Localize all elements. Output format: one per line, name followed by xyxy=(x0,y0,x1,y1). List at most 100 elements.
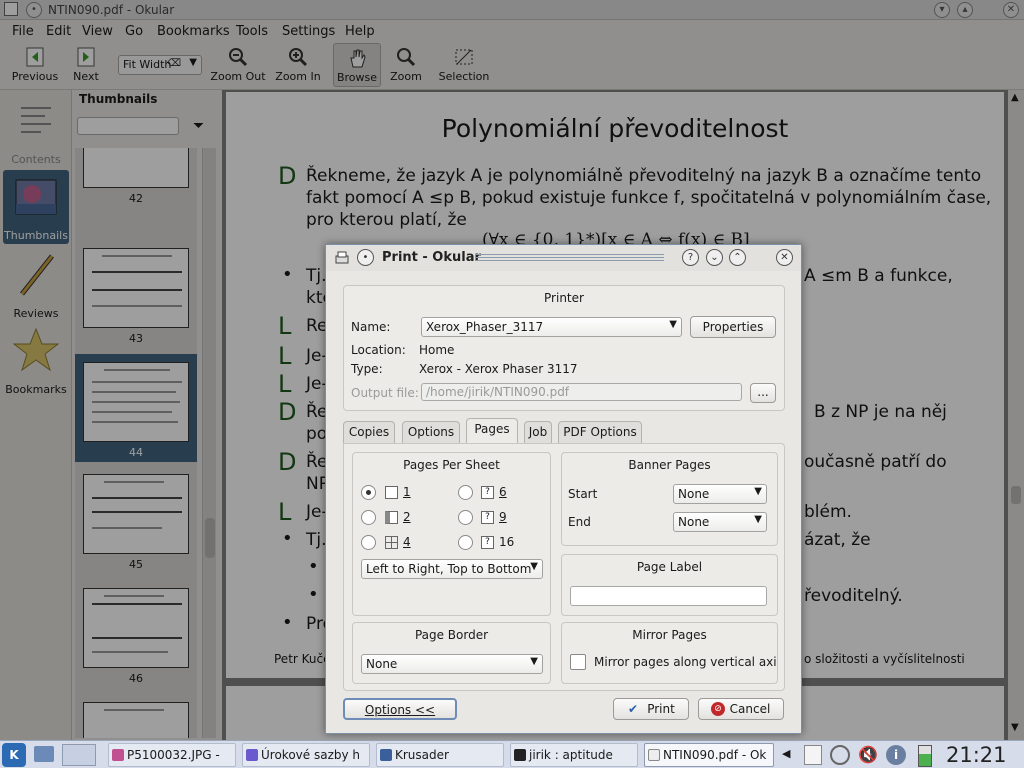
banner-start-select[interactable]: None ▼ xyxy=(673,484,767,504)
task-image-viewer[interactable]: P5100032.JPG - xyxy=(108,743,236,767)
mirror-pages-label[interactable]: Mirror pages along vertical axis xyxy=(594,655,777,669)
cancel-button[interactable]: ⊘ Cancel xyxy=(698,698,784,720)
clock[interactable]: 21:21 xyxy=(946,743,1007,767)
minimize-icon[interactable]: ▾ xyxy=(934,2,950,18)
thumbnail-search-input[interactable] xyxy=(77,117,179,135)
close-icon[interactable]: ✕ xyxy=(776,249,793,266)
minimize-icon[interactable]: ⌄ xyxy=(706,249,723,266)
dialog-titlebar[interactable]: • Print - Okular ? ⌄ ⌃ ✕ xyxy=(326,245,801,271)
clear-icon[interactable]: ⌫ xyxy=(167,58,181,69)
thumbnail-page-43[interactable]: 43 xyxy=(75,244,197,364)
definition-marker: D xyxy=(278,398,297,426)
clipboard-icon[interactable] xyxy=(804,745,822,765)
tab-pdf-options[interactable]: PDF Options xyxy=(558,421,642,443)
zoom-tool-button[interactable]: Zoom xyxy=(386,43,426,87)
mirror-pages-title: Mirror Pages xyxy=(632,628,707,642)
maximize-icon[interactable]: ▴ xyxy=(957,2,973,18)
scroll-up-icon[interactable]: ▲ xyxy=(1011,92,1019,103)
zoom-mode-select[interactable]: Fit Width ⌫ ▼ xyxy=(118,55,202,75)
printer-select[interactable]: Xerox_Phaser_3117 ▼ xyxy=(421,317,682,337)
document-scrollbar[interactable]: ▲ ▼ xyxy=(1008,90,1024,740)
slide-footer-left: Petr Kuče xyxy=(274,652,331,666)
radio-pages-4[interactable] xyxy=(361,535,376,550)
menu-edit[interactable]: Edit xyxy=(46,24,71,39)
contents-icon xyxy=(21,107,51,133)
page-border-select[interactable]: None ▼ xyxy=(361,654,543,674)
scrollbar-handle[interactable] xyxy=(1011,486,1021,504)
previous-button[interactable]: Previous xyxy=(10,43,60,87)
thumbnail-scrollbar[interactable] xyxy=(202,148,216,738)
folder-icon[interactable] xyxy=(34,746,54,762)
menu-go[interactable]: Go xyxy=(125,24,143,39)
printer-group: Printer Name: Xerox_Phaser_3117 ▼ Proper… xyxy=(343,285,785,411)
browse-button[interactable]: Browse xyxy=(333,43,381,87)
info-icon[interactable]: i xyxy=(886,745,906,765)
radio-pages-1[interactable] xyxy=(361,485,376,500)
tab-copies[interactable]: Copies xyxy=(343,421,395,443)
thumbnail-page-42[interactable]: 42 xyxy=(75,148,197,228)
sidebar-item-reviews[interactable]: Reviews xyxy=(3,248,69,322)
filter-icon[interactable]: ⏷ xyxy=(193,118,204,134)
pin-icon[interactable]: • xyxy=(26,2,42,18)
radio-pages-2[interactable] xyxy=(361,510,376,525)
app-icon[interactable] xyxy=(4,2,18,16)
thumbnail-page-44[interactable]: 44 xyxy=(75,354,197,462)
volume-icon[interactable]: 🔇 xyxy=(858,745,878,764)
scrollbar-handle[interactable] xyxy=(205,518,215,558)
chevron-left-icon[interactable]: ◀ xyxy=(782,747,790,760)
sidebar-item-bookmarks[interactable]: Bookmarks xyxy=(3,324,69,398)
zoom-out-button[interactable]: Zoom Out xyxy=(210,43,266,87)
thumbnail-page-45[interactable]: 45 xyxy=(75,470,197,590)
network-icon[interactable] xyxy=(830,745,850,765)
one-page-icon xyxy=(385,486,398,499)
thumbnail-image xyxy=(83,148,189,188)
battery-icon[interactable] xyxy=(918,745,932,767)
printer-icon xyxy=(335,251,349,264)
menu-view[interactable]: View xyxy=(82,24,113,39)
tab-job[interactable]: Job xyxy=(524,421,552,443)
mirror-pages-checkbox[interactable] xyxy=(570,654,586,670)
banner-end-select[interactable]: None ▼ xyxy=(673,512,767,532)
radio-pages-9[interactable] xyxy=(458,510,473,525)
kde-menu-icon[interactable]: K xyxy=(2,743,26,767)
pager-icon[interactable] xyxy=(62,744,96,766)
thumbnail-page-46[interactable]: 46 xyxy=(75,584,197,704)
page-order-select[interactable]: Left to Right, Top to Bottom ▼ xyxy=(361,559,543,579)
pages-per-sheet-title: Pages Per Sheet xyxy=(403,458,500,472)
window-titlebar[interactable]: • NTIN090.pdf - Okular ▾ ▴ ✕ xyxy=(0,0,1024,20)
scroll-down-icon[interactable]: ▼ xyxy=(1011,722,1019,733)
task-terminal[interactable]: jirik : aptitude xyxy=(510,743,638,767)
dialog-title: Print - Okular xyxy=(382,250,481,265)
page-label-input[interactable] xyxy=(570,586,767,606)
menu-file[interactable]: File xyxy=(12,24,34,39)
menu-help[interactable]: Help xyxy=(345,24,375,39)
selection-button[interactable]: Selection xyxy=(436,43,492,87)
radio-pages-16[interactable] xyxy=(458,535,473,550)
help-icon[interactable]: ? xyxy=(682,249,699,266)
print-button[interactable]: ✔ Print xyxy=(613,698,689,720)
task-okular[interactable]: NTIN090.pdf - Ok xyxy=(644,743,774,767)
menu-tools[interactable]: Tools xyxy=(236,24,268,39)
next-button[interactable]: Next xyxy=(62,43,110,87)
thumbnail-image xyxy=(83,362,189,442)
properties-button[interactable]: Properties xyxy=(690,316,776,338)
lemma-marker: L xyxy=(278,342,292,370)
browse-output-button[interactable]: ... xyxy=(750,383,776,403)
tab-pages[interactable]: Pages xyxy=(466,418,518,444)
zoom-in-button[interactable]: Zoom In xyxy=(272,43,324,87)
task-browser[interactable]: Úrokové sazby h xyxy=(242,743,370,767)
task-krusader[interactable]: Krusader xyxy=(376,743,504,767)
maximize-icon[interactable]: ⌃ xyxy=(729,249,746,266)
close-icon[interactable]: ✕ xyxy=(1003,2,1019,18)
sidebar-item-thumbnails[interactable]: Thumbnails xyxy=(3,170,69,244)
options-toggle-button[interactable]: Options << xyxy=(343,698,457,720)
sidebar-item-contents[interactable]: Contents xyxy=(3,94,69,168)
menu-bookmarks[interactable]: Bookmarks xyxy=(157,24,230,39)
menu-settings[interactable]: Settings xyxy=(282,24,335,39)
thumbnail-page-next[interactable] xyxy=(75,698,197,738)
pages-tab-panel: Pages Per Sheet 1 2 4 ? 6 ? 9 ? 16 Left … xyxy=(343,443,785,691)
tab-options[interactable]: Options xyxy=(402,421,460,443)
radio-pages-6[interactable] xyxy=(458,485,473,500)
pin-icon[interactable]: • xyxy=(357,249,374,266)
output-file-field[interactable]: /home/jirik/NTIN090.pdf xyxy=(421,383,742,401)
